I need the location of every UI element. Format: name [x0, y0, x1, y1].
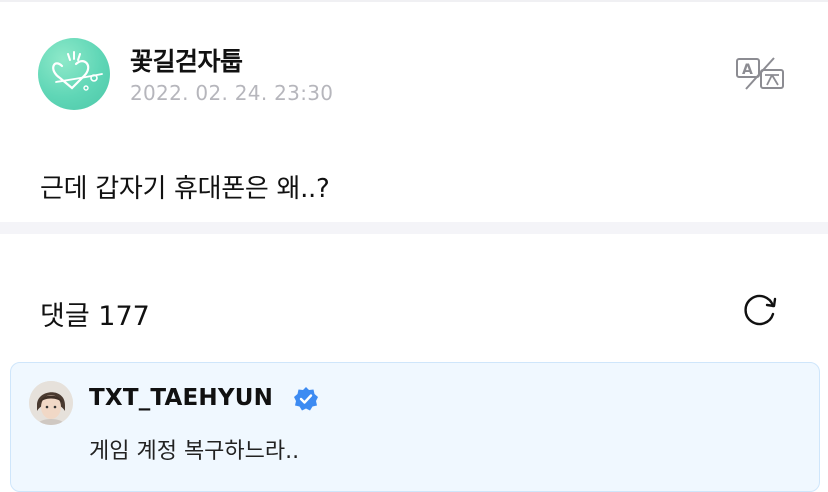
refresh-button[interactable]	[740, 290, 780, 330]
author-name[interactable]: 꽃길걷자툽	[130, 42, 243, 78]
translate-icon: A	[736, 57, 784, 90]
author-avatar[interactable]	[38, 38, 110, 110]
comment-text: 게임 계정 복구하느라..	[89, 439, 300, 464]
svg-text:A: A	[742, 62, 753, 78]
top-divider	[0, 0, 828, 2]
profile-photo-icon	[29, 381, 73, 425]
verified-badge-icon	[293, 386, 319, 412]
translate-button[interactable]: A	[734, 56, 786, 92]
heart-doodle-icon	[52, 51, 103, 91]
refresh-icon	[744, 294, 777, 326]
section-divider	[0, 222, 828, 234]
post-date: 2022. 02. 24. 23:30	[130, 81, 334, 105]
post-body-text: 근데 갑자기 휴대폰은 왜..?	[40, 174, 330, 204]
comment-item[interactable]: TXT_TAEHYUN 게임 계정 복구하느라..	[10, 362, 820, 492]
post-header: 꽃길걷자툽 2022. 02. 24. 23:30 A	[38, 38, 798, 112]
comment-count: 댓글 177	[40, 301, 150, 332]
commenter-avatar[interactable]	[29, 381, 73, 425]
comment-username[interactable]: TXT_TAEHYUN	[89, 385, 273, 411]
